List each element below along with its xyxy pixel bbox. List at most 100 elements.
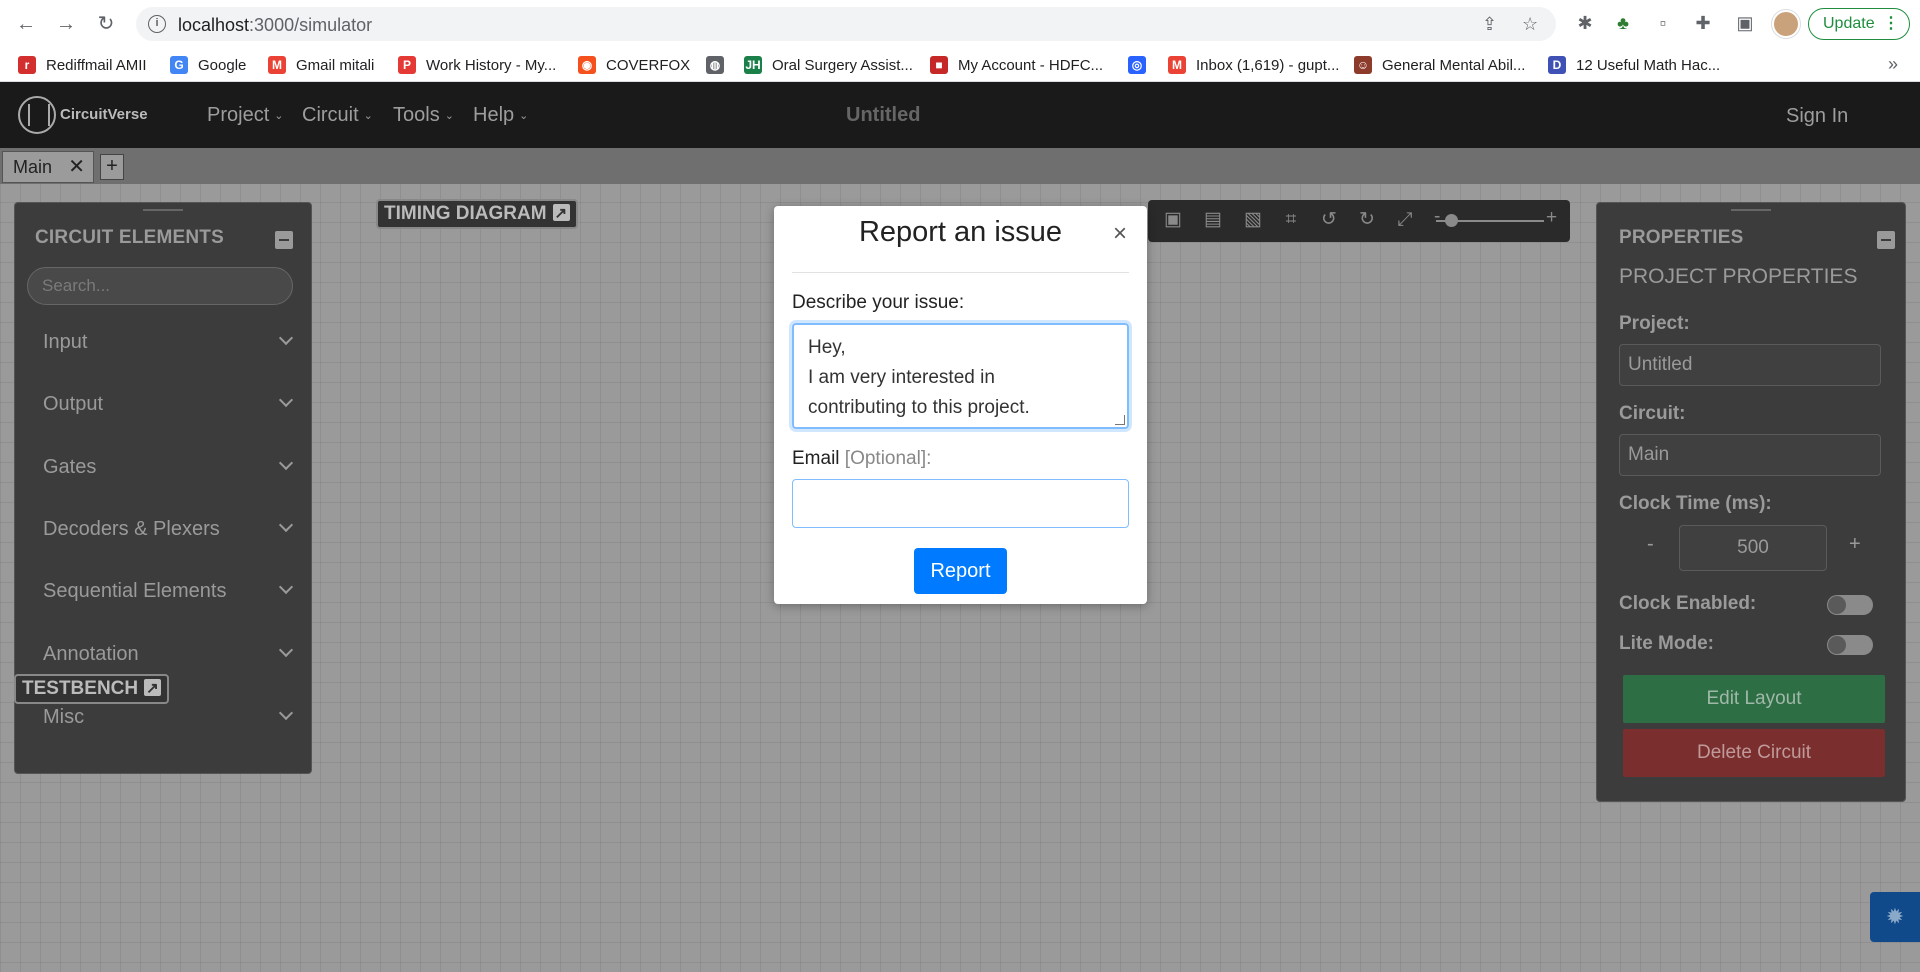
bookmark-item[interactable]: JH Oral Surgery Assist... <box>744 54 913 76</box>
bookmark-item[interactable]: M Inbox (1,619) - gupt... <box>1168 54 1339 76</box>
project-title: Untitled <box>846 104 921 126</box>
save-icon[interactable]: ▣ <box>1162 209 1184 231</box>
reload-icon[interactable]: ↻ <box>94 12 118 36</box>
email-field[interactable] <box>792 479 1129 528</box>
url-text[interactable]: localhost:3000/simulator <box>178 15 372 36</box>
category-gates[interactable]: Gates <box>43 455 294 479</box>
site-info-icon[interactable]: i <box>148 15 166 33</box>
bookmark-item[interactable]: G Google <box>170 54 246 76</box>
menu-tools[interactable]: Tools ⌄ <box>393 104 454 127</box>
report-bug-icon[interactable]: ✹ <box>1870 892 1920 942</box>
menu-help[interactable]: Help ⌄ <box>473 104 528 127</box>
menu-circuit[interactable]: Circuit ⌄ <box>302 104 373 127</box>
clock-increment-button[interactable]: + <box>1849 533 1861 556</box>
testbench-badge[interactable]: TESTBENCH <box>14 674 170 704</box>
tab-main[interactable]: Main ✕ <box>2 151 94 183</box>
bookmark-favicon-icon: JH <box>744 56 762 74</box>
clock-enabled-toggle[interactable] <box>1827 595 1873 615</box>
zoom-out-button[interactable]: - <box>1434 206 1440 228</box>
category-misc[interactable]: Misc <box>43 705 294 729</box>
add-tab-button[interactable]: + <box>100 154 124 180</box>
menu-project[interactable]: Project ⌄ <box>207 104 283 127</box>
bookmark-star-icon[interactable]: ☆ <box>1522 14 1538 35</box>
minimize-icon[interactable] <box>1877 231 1895 249</box>
extensions-puzzle-icon[interactable]: ✚ <box>1692 12 1714 34</box>
project-name-input[interactable]: Untitled <box>1619 344 1881 386</box>
drag-handle[interactable] <box>143 209 183 211</box>
bookmarks-overflow-icon[interactable]: » <box>1888 54 1898 75</box>
search-input[interactable]: Search... <box>27 267 293 305</box>
redo-icon[interactable]: ↻ <box>1356 209 1378 231</box>
category-annotation[interactable]: Annotation <box>43 642 294 666</box>
bookmark-item[interactable]: M Gmail mitali <box>268 54 374 76</box>
bookmark-favicon-icon: ◍ <box>706 56 724 74</box>
close-icon[interactable]: × <box>1113 220 1127 248</box>
bookmark-item[interactable]: P Work History - My... <box>398 54 556 76</box>
zoom-in-button[interactable]: + <box>1546 207 1557 229</box>
extension-blank-icon[interactable]: ▫ <box>1652 12 1674 34</box>
profile-avatar[interactable] <box>1772 10 1800 38</box>
back-icon[interactable]: ← <box>14 12 38 36</box>
email-label: Email [Optional]: <box>792 448 932 469</box>
address-bar[interactable]: i localhost:3000/simulator ⇪ ☆ <box>136 7 1556 41</box>
share-icon[interactable]: ⇪ <box>1482 14 1497 35</box>
category-output[interactable]: Output <box>43 392 294 416</box>
undo-icon[interactable]: ↺ <box>1318 209 1340 231</box>
side-panel-icon[interactable]: ▣ <box>1734 12 1756 34</box>
report-button[interactable]: Report <box>914 548 1007 594</box>
lite-mode-label: Lite Mode: <box>1619 633 1714 654</box>
category-sequential-elements[interactable]: Sequential Elements <box>43 579 294 603</box>
bookmark-item[interactable]: D 12 Useful Math Hac... <box>1548 54 1720 76</box>
timing-diagram-badge[interactable]: TIMING DIAGRAM <box>376 199 578 229</box>
delete-circuit-button[interactable]: Delete Circuit <box>1623 729 1885 777</box>
bookmark-label: Rediffmail AMII <box>46 56 147 74</box>
category-decoders-plexers[interactable]: Decoders & Plexers <box>43 517 294 541</box>
clock-time-label: Clock Time (ms): <box>1619 493 1772 514</box>
menu-kebab-icon[interactable]: ⋮ <box>1883 9 1899 38</box>
circuit-name-input[interactable]: Main <box>1619 434 1881 476</box>
resize-handle-icon[interactable] <box>1115 415 1125 425</box>
bookmark-item[interactable]: ◎ <box>1128 54 1156 76</box>
chevron-down-icon <box>278 642 294 658</box>
fit-center-icon[interactable]: ⌗ <box>1280 209 1302 231</box>
forward-icon[interactable]: → <box>54 12 78 36</box>
issue-description-textarea[interactable]: Hey, I am very interested in contributin… <box>792 323 1129 429</box>
minimize-icon[interactable] <box>275 231 293 249</box>
clock-decrement-button[interactable]: - <box>1647 533 1654 556</box>
fullscreen-icon[interactable]: ⤢ <box>1394 209 1416 231</box>
bookmarks-bar: r Rediffmail AMII G Google M Gmail mitali P Wor… <box>0 48 1920 82</box>
extension-html-icon[interactable]: ♣ <box>1612 12 1634 34</box>
category-input[interactable]: Input <box>43 330 294 354</box>
clock-time-input[interactable]: 500 <box>1679 525 1827 571</box>
circuitverse-logo-icon[interactable] <box>18 96 56 134</box>
caret-down-icon: ⌄ <box>519 110 529 123</box>
update-button[interactable]: Update ⋮ <box>1808 8 1910 40</box>
bookmark-label: My Account - HDFC... <box>958 56 1104 74</box>
divider <box>792 272 1129 273</box>
caret-down-icon: ⌄ <box>274 110 284 123</box>
bookmark-label: Oral Surgery Assist... <box>772 56 913 74</box>
zoom-slider-knob[interactable] <box>1445 214 1459 227</box>
drag-handle[interactable] <box>1731 209 1771 211</box>
sign-in-link[interactable]: Sign In <box>1786 105 1848 128</box>
bookmark-item[interactable]: ◍ <box>706 54 734 76</box>
project-label: Project: <box>1619 313 1690 334</box>
bookmark-item[interactable]: ■ My Account - HDFC... <box>930 54 1103 76</box>
lite-mode-toggle[interactable] <box>1827 635 1873 655</box>
delete-selected-icon[interactable]: ▤ <box>1202 209 1224 231</box>
bookmark-favicon-icon: r <box>18 56 36 74</box>
bookmark-item[interactable]: ☺ General Mental Abil... <box>1354 54 1525 76</box>
bookmark-item[interactable]: r Rediffmail AMII <box>18 54 147 76</box>
browser-toolbar: ← → ↻ i localhost:3000/simulator ⇪ ☆ ✱ ♣… <box>0 0 1920 48</box>
modal-title: Report an issue <box>858 216 1063 248</box>
caret-down-icon: ⌄ <box>444 110 454 123</box>
chevron-down-icon <box>278 705 294 721</box>
clock-enabled-label: Clock Enabled: <box>1619 593 1757 614</box>
close-tab-icon[interactable]: ✕ <box>68 152 85 182</box>
image-icon[interactable]: ▧ <box>1242 209 1264 231</box>
extension-bug-icon[interactable]: ✱ <box>1574 12 1596 34</box>
chevron-down-icon <box>278 392 294 408</box>
bookmark-item[interactable]: ◉ COVERFOX <box>578 54 690 76</box>
edit-layout-button[interactable]: Edit Layout <box>1623 675 1885 723</box>
logo-text[interactable]: CircuitVerse <box>60 106 148 123</box>
